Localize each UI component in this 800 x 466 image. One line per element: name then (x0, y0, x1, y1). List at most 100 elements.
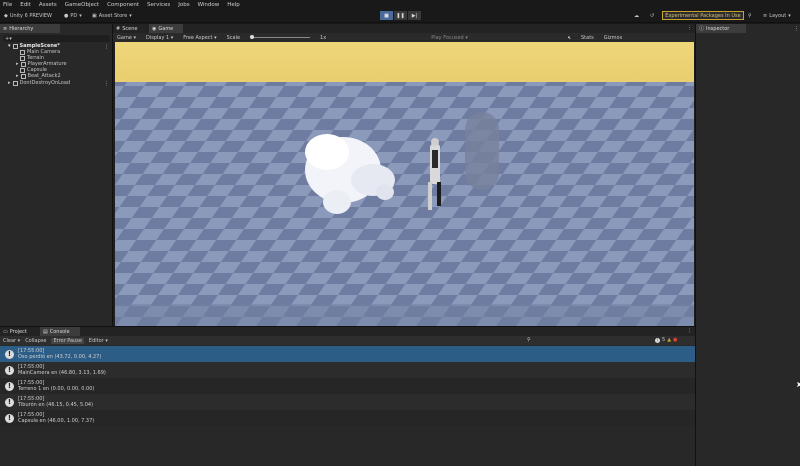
chevron-right-icon: ▸ (16, 61, 19, 67)
tab-project[interactable]: ▭ Project (0, 327, 40, 336)
search-icon[interactable]: ⚲ (527, 337, 531, 343)
menu-assets[interactable]: Assets (39, 2, 57, 8)
scene-icon (12, 80, 18, 86)
capsule-model (465, 112, 499, 190)
cloud-icon[interactable]: ☁ (634, 11, 639, 21)
gizmos-button[interactable]: Gizmos (604, 35, 622, 41)
game-mode-dropdown[interactable]: Game ▾ (117, 35, 136, 41)
more-icon[interactable]: ⋮ (687, 25, 692, 31)
game-scene-render (115, 42, 694, 326)
aspect-dropdown[interactable]: Free Aspect ▾ (183, 35, 216, 41)
layers-icon: ≡ (763, 13, 768, 19)
info-icon: ⓘ (699, 26, 705, 32)
scale-value: 1x (320, 34, 327, 41)
warning-icon: ▲ (667, 337, 672, 343)
experimental-packages-button[interactable]: Experimental Packages In Use (662, 11, 744, 20)
menu-gameobject[interactable]: GameObject (65, 2, 99, 8)
info-icon: ! (5, 413, 14, 423)
menu-window[interactable]: Window (198, 2, 220, 8)
tab-game[interactable]: ◉ Game (149, 24, 183, 33)
log-entry[interactable]: ! [17:55:00] Oso perdió en (43.72, 0.00,… (0, 346, 695, 362)
tab-scene[interactable]: # Scene (113, 24, 149, 33)
more-icon[interactable]: ⋮ (794, 26, 799, 32)
log-count-badge[interactable]: ! 5 ▲ ● (655, 337, 677, 343)
scale-label: Scale (226, 34, 241, 41)
mute-icon[interactable]: 🔇︎ (568, 35, 571, 41)
scene-icon (12, 43, 18, 49)
scene-icon: # (116, 25, 121, 32)
error-pause-button[interactable]: Error Pause (51, 337, 84, 344)
tab-inspector[interactable]: ⓘ Inspector (696, 24, 746, 33)
search-icon[interactable]: ⚲ (748, 11, 752, 21)
user-icon: ● (64, 13, 69, 19)
menu-file[interactable]: File (3, 2, 12, 8)
game-viewport[interactable] (115, 42, 694, 326)
tab-console[interactable]: ▤ Console (40, 327, 80, 336)
info-icon: ! (5, 397, 14, 407)
history-icon[interactable]: ↺ (650, 11, 654, 21)
scale-slider[interactable] (250, 35, 311, 39)
menu-help[interactable]: Help (227, 2, 240, 8)
store-icon: ▣ (92, 13, 97, 19)
playback-controls: ■ ❚❚ ▶| (380, 11, 421, 20)
info-icon: ! (5, 381, 14, 391)
log-message: Capsula en (46.00, 1.00, 7.37) (18, 418, 95, 424)
more-icon[interactable]: ⋮ (104, 44, 109, 50)
step-button[interactable]: ▶| (408, 11, 421, 20)
game-view-tabs: # Scene ◉ Game ⋮ (113, 24, 695, 33)
gameobject-icon (20, 73, 26, 79)
menu-edit[interactable]: Edit (20, 2, 31, 8)
mouse-cursor-icon: ➤ (796, 380, 800, 389)
gameobject-icon (20, 49, 25, 55)
error-icon: ● (673, 337, 678, 343)
clear-button[interactable]: Clear ▾ (3, 338, 20, 344)
play-focused-dropdown[interactable]: Play Focused ▾ (431, 35, 468, 41)
folder-icon: ▭ (3, 328, 8, 335)
info-icon: ! (5, 349, 14, 359)
log-message: Terreno 1 en (0.00, 0.00, 0.00) (18, 386, 95, 392)
log-entry[interactable]: ! [17:55:00] Tiburón en (46.15, 0.45, 5.… (0, 394, 695, 410)
collapse-button[interactable]: Collapse (25, 338, 46, 344)
chevron-down-icon: ▾ (8, 43, 11, 49)
info-icon: ! (655, 337, 660, 343)
asset-store-button[interactable]: ▣ Asset Store ▾ (92, 11, 132, 21)
more-icon[interactable]: ⋮ (104, 81, 109, 87)
inspector-panel: ⓘ Inspector ⋮ (695, 24, 800, 466)
console-toolbar: Clear ▾ Collapse Error Pause Editor ▾ ⚲ … (0, 336, 695, 345)
chevron-right-icon: ▸ (8, 80, 11, 86)
stats-button[interactable]: Stats (581, 35, 594, 41)
step-icon: ▶| (411, 12, 418, 19)
log-entry[interactable]: ! [17:55:00] MainCamera en (46.80, 3.13,… (0, 362, 695, 378)
gamepad-icon: ◉ (152, 25, 157, 32)
log-entry[interactable]: ! [17:55:00] Terreno 1 en (0.00, 0.00, 0… (0, 378, 695, 394)
log-entry[interactable]: ! [17:55:00] Capsula en (46.00, 1.00, 7.… (0, 410, 695, 426)
log-message: Oso perdió en (43.72, 0.00, 4.27) (18, 354, 102, 360)
hierarchy-item[interactable]: ▸ Beat_Attack2 (16, 73, 61, 79)
search-icon: +▾ (5, 35, 12, 42)
chevron-right-icon: ▸ (16, 73, 19, 79)
account-button[interactable]: ● PD ▾ (64, 11, 82, 21)
hierarchy-search[interactable]: +▾ (3, 35, 110, 42)
tab-hierarchy[interactable]: ≡ Hierarchy (0, 24, 60, 33)
list-icon: ≡ (3, 25, 8, 32)
play-button[interactable]: ■ (380, 11, 393, 20)
chevron-down-icon: ▾ (788, 13, 791, 19)
layout-dropdown[interactable]: ≡ Layout ▾ (763, 11, 791, 21)
info-icon: ! (5, 365, 14, 375)
pause-button[interactable]: ❚❚ (394, 11, 407, 20)
editor-dropdown[interactable]: Editor ▾ (89, 338, 108, 344)
hierarchy-scene[interactable]: ▸ DontDestroyOnLoad (8, 80, 70, 86)
gameobject-icon (20, 55, 25, 61)
log-message: Tiburón en (46.15, 0.45, 5.04) (18, 402, 94, 408)
menu-bar: File Edit Assets GameObject Component Se… (0, 0, 800, 9)
unity-version-label: ◆ Unity 6 PREVIEW (4, 13, 53, 19)
hierarchy-panel: ≡ Hierarchy +▾ ▾ SampleScene* Main Camer… (0, 24, 113, 326)
menu-services[interactable]: Services (147, 2, 170, 8)
menu-component[interactable]: Component (107, 2, 139, 8)
stop-icon: ■ (384, 12, 389, 19)
console-icon: ▤ (43, 328, 48, 335)
menu-jobs[interactable]: Jobs (178, 2, 189, 8)
more-icon[interactable]: ⋮ (687, 328, 692, 334)
display-dropdown[interactable]: Display 1 ▾ (146, 35, 173, 41)
chevron-down-icon: ▾ (79, 13, 82, 19)
